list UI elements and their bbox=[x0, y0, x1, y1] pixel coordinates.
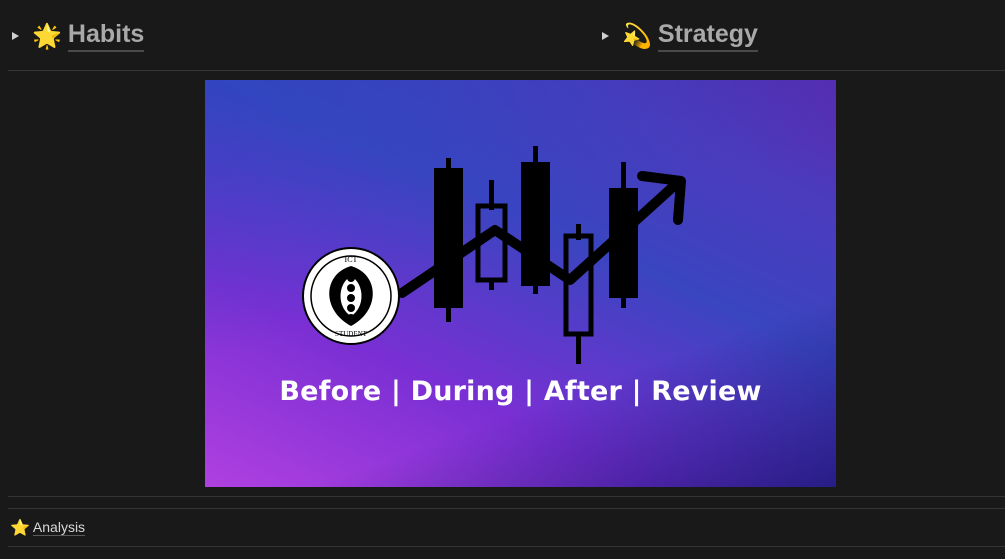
strategy-heading[interactable]: Strategy bbox=[657, 20, 758, 52]
candlestick-chart-graphic: ICT STUDENT bbox=[302, 146, 686, 364]
strategy-toggle[interactable]: 💫 Strategy bbox=[602, 14, 758, 58]
divider bbox=[8, 508, 1005, 509]
logo-top-text: ICT bbox=[345, 255, 358, 264]
dizzy-star-icon: 💫 bbox=[622, 22, 652, 50]
habits-toggle[interactable]: 🌟 Habits bbox=[12, 14, 145, 58]
star-icon: ⭐ bbox=[10, 517, 30, 537]
habits-heading[interactable]: Habits bbox=[67, 20, 145, 52]
banner-image: ICT STUDENT Before | During | After | Re… bbox=[205, 80, 836, 487]
glowing-star-icon: 🌟 bbox=[32, 22, 62, 50]
divider bbox=[8, 70, 1005, 71]
caret-right-icon[interactable] bbox=[12, 32, 19, 40]
logo-bottom-text: STUDENT bbox=[335, 330, 368, 338]
analysis-link[interactable]: Analysis bbox=[32, 519, 86, 536]
analysis-link-row[interactable]: ⭐ Analysis bbox=[10, 517, 86, 537]
ict-student-logo: ICT STUDENT bbox=[302, 247, 400, 345]
divider bbox=[8, 546, 1005, 547]
divider bbox=[8, 496, 1005, 497]
banner-caption: Before | During | After | Review bbox=[279, 376, 762, 407]
caret-right-icon[interactable] bbox=[602, 32, 609, 40]
